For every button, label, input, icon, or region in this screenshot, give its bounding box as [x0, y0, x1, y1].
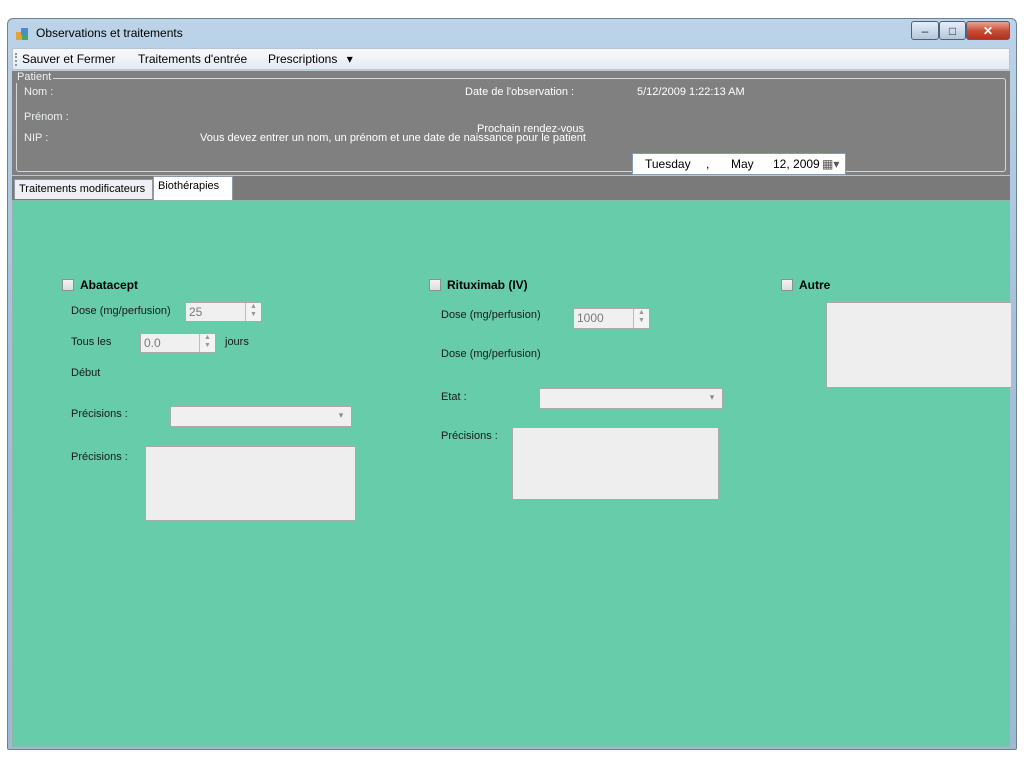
spin-up-icon[interactable]: ▲	[200, 334, 215, 342]
menu-prescriptions-label: Prescriptions	[268, 52, 338, 66]
rituximab-dose2-label: Dose (mg/perfusion)	[441, 348, 541, 360]
minimize-icon: –	[921, 24, 929, 38]
rituximab-precisions-label: Précisions :	[441, 430, 498, 442]
calendar-icon[interactable]: ▦▾	[822, 157, 839, 171]
rituximab-precisions-textarea[interactable]	[512, 427, 719, 500]
maximize-icon: □	[948, 24, 957, 38]
autre-textarea[interactable]	[826, 302, 1011, 388]
spin-down-icon[interactable]: ▼	[634, 317, 649, 325]
datepicker-date[interactable]: 12, 2009	[773, 157, 820, 171]
menu-save-close[interactable]: Sauver et Fermer	[22, 52, 115, 66]
datepicker-day[interactable]: Tuesday	[645, 157, 691, 171]
rituximab-state-combo[interactable]: ▾	[539, 388, 723, 409]
menu-bar: Sauver et Fermer Traitements d'entrée Pr…	[12, 48, 1010, 70]
abatacept-dose-spinner[interactable]: ▲ ▼	[245, 303, 261, 321]
window-title: Observations et traitements	[36, 26, 183, 40]
abatacept-title: Abatacept	[80, 278, 139, 292]
next-appointment-label: Prochain rendez-vous	[477, 123, 585, 135]
menu-prescriptions[interactable]: Prescriptions ▾	[268, 52, 353, 66]
autre-title: Autre	[799, 278, 831, 292]
app-icon	[16, 28, 28, 40]
rituximab-dose-input[interactable]: 1000 ▲ ▼	[573, 308, 650, 329]
menu-entry-treatments[interactable]: Traitements d'entrée	[138, 52, 247, 66]
rituximab-title: Rituximab (IV)	[447, 278, 528, 292]
observation-date-label: Date de l'observation :	[465, 86, 575, 98]
observation-date-value: 5/12/2009 1:22:13 AM	[637, 86, 745, 98]
prenom-label: Prénom :	[24, 111, 69, 123]
close-button[interactable]: ✕	[966, 21, 1010, 40]
rituximab-dose-label: Dose (mg/perfusion)	[441, 309, 541, 321]
autre-checkbox[interactable]	[781, 279, 793, 291]
tab-biotherapies[interactable]: Biothérapies	[153, 176, 233, 200]
abatacept-precisions-textarea[interactable]	[145, 446, 356, 521]
chevron-down-icon: ▾	[346, 52, 353, 66]
main-window: Observations et traitements – □ ✕ Sauver…	[7, 18, 1017, 750]
nom-label: Nom :	[24, 86, 54, 98]
abatacept-every-label: Tous les	[71, 336, 112, 348]
abatacept-precisions-combo[interactable]: ▾	[170, 406, 352, 427]
rituximab-state-label: Etat :	[441, 391, 467, 403]
rituximab-dose-spinner[interactable]: ▲ ▼	[633, 309, 649, 328]
minimize-button[interactable]: –	[911, 21, 939, 40]
abatacept-every-value: 0.0	[144, 336, 161, 350]
abatacept-precisions-text-label: Précisions :	[71, 451, 128, 463]
maximize-button[interactable]: □	[939, 21, 966, 40]
patient-group-label: Patient	[15, 71, 54, 83]
spin-up-icon[interactable]: ▲	[634, 309, 649, 317]
menu-grip[interactable]	[15, 53, 19, 66]
chevron-down-icon[interactable]: ▾	[333, 410, 349, 421]
abatacept-every-unit: jours	[225, 336, 249, 348]
close-icon: ✕	[982, 24, 994, 38]
abatacept-dose-value: 25	[189, 305, 203, 319]
next-appointment-datepicker[interactable]: Tuesday , May 12, 2009 ▦▾	[632, 153, 846, 175]
abatacept-precisions-combo-label: Précisions :	[71, 408, 128, 420]
rituximab-dose-value: 1000	[577, 311, 604, 325]
spin-up-icon[interactable]: ▲	[246, 303, 261, 311]
spin-down-icon[interactable]: ▼	[200, 342, 215, 350]
spin-down-icon[interactable]: ▼	[246, 311, 261, 319]
abatacept-every-input[interactable]: 0.0 ▲ ▼	[140, 333, 216, 353]
abatacept-dose-input[interactable]: 25 ▲ ▼	[185, 302, 262, 322]
title-bar[interactable]: Observations et traitements – □ ✕	[8, 19, 1016, 49]
abatacept-checkbox[interactable]	[62, 279, 74, 291]
biotherapies-page: Abatacept Dose (mg/perfusion) 25 ▲ ▼ Tou…	[12, 200, 1011, 747]
rituximab-checkbox[interactable]	[429, 279, 441, 291]
abatacept-start-label: Début	[71, 367, 101, 379]
tab-traitements-modificateurs[interactable]: Traitements modificateurs	[14, 179, 153, 199]
nip-label: NIP :	[24, 132, 49, 144]
abatacept-every-spinner[interactable]: ▲ ▼	[199, 334, 215, 352]
datepicker-month[interactable]: May	[731, 157, 754, 171]
patient-group: Patient Nom : Prénom : NIP : Vous devez …	[12, 71, 1010, 175]
datepicker-separator: ,	[706, 157, 710, 171]
tab-strip: Traitements modificateurs Biothérapies	[12, 176, 1010, 200]
abatacept-dose-label: Dose (mg/perfusion)	[71, 305, 171, 317]
chevron-down-icon[interactable]: ▾	[704, 392, 720, 403]
